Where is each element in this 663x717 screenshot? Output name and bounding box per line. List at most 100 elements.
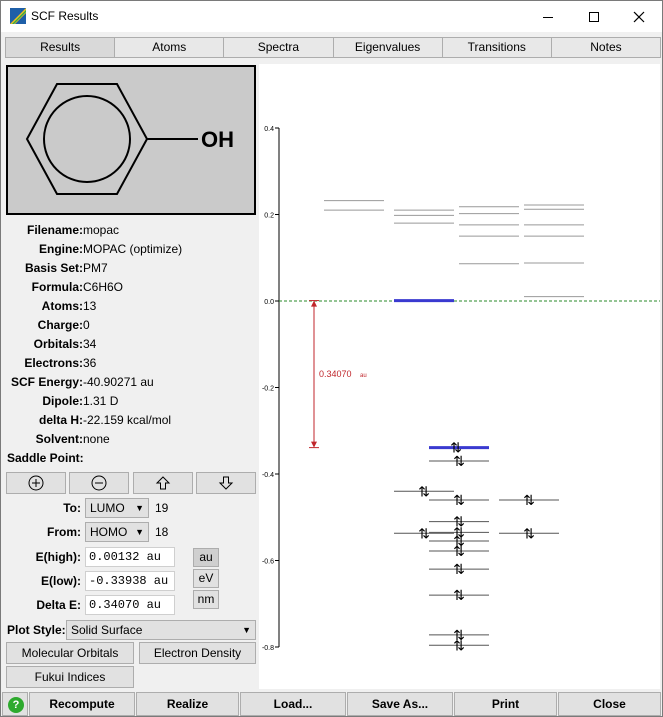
info-row: Electrons: 36 — [5, 354, 259, 373]
info-label: Atoms: — [41, 299, 83, 313]
orbital-energy-diagram: 0.4 0.2 0.0 -0.2 -0.4 -0.6 -0.8 ⇅ ⇅ ⇅ ⇅ ⇅ ⇅ ⇅ ⇅ ⇅ ⇅ ⇅ ⇅ ⇅ ⇅ ⇅… — [259, 64, 660, 689]
to-orbital-number: 19 — [155, 501, 169, 515]
to-selected: LUMO — [90, 501, 125, 515]
y-tick-label: 0.4 — [264, 126, 274, 133]
molecule-structure: OH — [6, 65, 256, 215]
e-low-label: E(low): — [41, 574, 81, 588]
y-tick-label: -0.8 — [262, 645, 274, 652]
unit-ev-button[interactable]: eV — [193, 569, 219, 588]
save-as-button[interactable]: Save As... — [347, 692, 453, 716]
electron-pair: ⇅ — [418, 526, 430, 542]
load-button[interactable]: Load... — [240, 692, 346, 716]
tab-notes[interactable]: Notes — [550, 37, 662, 58]
e-low-row: E(low): -0.33938 au — [5, 570, 259, 592]
unit-au-button[interactable]: au — [193, 548, 219, 567]
e-high-label: E(high): — [35, 550, 81, 564]
arrow-down-icon — [218, 476, 234, 490]
electron-pair: ⇅ — [418, 484, 430, 500]
plot-style-selected: Solid Surface — [71, 623, 143, 637]
zoom-in-button[interactable] — [6, 472, 66, 494]
e-low-field[interactable]: -0.33938 au — [85, 571, 175, 591]
info-label: Engine: — [39, 242, 83, 256]
window-title: SCF Results — [31, 9, 99, 23]
delta-e-label: Delta E: — [36, 598, 81, 612]
info-value: C6H6O — [83, 280, 124, 294]
chevron-down-icon: ▼ — [135, 527, 144, 537]
tab-eigenvalues[interactable]: Eigenvalues — [332, 37, 443, 58]
to-orbital-row: To: LUMO ▼ 19 — [5, 497, 259, 519]
y-tick-label: 0.0 — [264, 299, 274, 306]
chevron-down-icon: ▼ — [242, 625, 251, 635]
results-panel: OH Filename: mopac Engine: MOPAC (optimize)… — [5, 64, 259, 689]
minimize-icon[interactable] — [525, 1, 571, 32]
to-orbital-select[interactable]: LUMO ▼ — [85, 498, 149, 518]
bottom-button-bar: ? Recompute Realize Load... Save As... P… — [1, 692, 662, 716]
info-value: -40.90271 au — [83, 375, 154, 389]
info-label: Electrons: — [24, 356, 83, 370]
info-label: Saddle Point: — [7, 451, 84, 465]
electron-pair: ⇅ — [453, 588, 465, 604]
gap-label: 0.34070 — [319, 369, 352, 379]
move-down-button[interactable] — [196, 472, 256, 494]
from-orbital-number: 18 — [155, 525, 169, 539]
info-value: 34 — [83, 337, 97, 351]
info-row: SCF Energy: -40.90271 au — [5, 373, 259, 392]
arrow-up-icon — [155, 476, 171, 490]
electron-pair: ⇅ — [453, 562, 465, 578]
help-icon: ? — [8, 697, 24, 713]
electron-pair: ⇅ — [523, 493, 535, 509]
zoom-out-button[interactable] — [69, 472, 129, 494]
plot-style-row: Plot Style: Solid Surface ▼ — [5, 619, 259, 641]
plot-style-select[interactable]: Solid Surface ▼ — [66, 620, 256, 640]
info-label: Dipole: — [42, 394, 83, 408]
print-button[interactable]: Print — [454, 692, 557, 716]
y-tick-label: -0.4 — [262, 472, 274, 479]
info-row: Dipole: 1.31 D — [5, 392, 259, 411]
tab-atoms[interactable]: Atoms — [114, 37, 225, 58]
results-info: Filename: mopac Engine: MOPAC (optimize) Bas… — [5, 221, 259, 468]
close-icon[interactable] — [616, 1, 662, 32]
info-value: 36 — [83, 356, 97, 370]
info-row: Solvent: none — [5, 430, 259, 449]
plot-style-label: Plot Style: — [7, 623, 66, 637]
move-up-button[interactable] — [133, 472, 193, 494]
realize-button[interactable]: Realize — [136, 692, 239, 716]
info-value: none — [83, 432, 110, 446]
app-icon — [10, 8, 26, 24]
y-tick-label: -0.2 — [262, 386, 274, 393]
tab-transitions[interactable]: Transitions — [441, 37, 552, 58]
info-value: 0 — [83, 318, 90, 332]
electron-pair: ⇅ — [453, 544, 465, 560]
from-orbital-select[interactable]: HOMO ▼ — [85, 522, 149, 542]
info-value: -22.159 kcal/mol — [83, 413, 172, 427]
info-row: Engine: MOPAC (optimize) — [5, 240, 259, 259]
to-label: To: — [63, 501, 81, 515]
info-label: Formula: — [31, 280, 83, 294]
help-button[interactable]: ? — [2, 692, 28, 716]
tab-results[interactable]: Results — [5, 37, 116, 58]
electron-density-button[interactable]: Electron Density — [139, 642, 256, 664]
scf-results-window: SCF Results Results Atoms Spectra Eigenv… — [0, 0, 663, 717]
delta-e-field[interactable]: 0.34070 au — [85, 595, 175, 615]
fukui-indices-button[interactable]: Fukui Indices — [6, 666, 134, 688]
tab-bar: Results Atoms Spectra Eigenvalues Transi… — [5, 37, 662, 58]
electron-pair: ⇅ — [453, 638, 465, 654]
electron-pair: ⇅ — [523, 526, 535, 542]
info-label: Orbitals: — [33, 337, 83, 351]
orbital-energy-chart: 0.40.20.0-0.2-0.4-0.6-0.8⇅⇅⇅⇅ ⇅⇅⇅ ⇅ ⇅⇅⇅⇅⇅⇅⇅… — [262, 126, 660, 654]
e-high-field[interactable]: 0.00132 au — [85, 547, 175, 567]
recompute-button[interactable]: Recompute — [29, 692, 135, 716]
info-value: 13 — [83, 299, 97, 313]
gap-unit: au — [360, 373, 367, 379]
gap-arrow-head-down — [311, 441, 317, 448]
zoom-in-icon — [28, 475, 44, 491]
info-row: Atoms: 13 — [5, 297, 259, 316]
e-high-row: E(high): 0.00132 au — [5, 546, 259, 568]
maximize-icon[interactable] — [571, 1, 617, 32]
navigation-buttons — [5, 472, 259, 496]
close-button[interactable]: Close — [558, 692, 661, 716]
unit-nm-button[interactable]: nm — [193, 590, 219, 609]
molecular-orbitals-button[interactable]: Molecular Orbitals — [6, 642, 134, 664]
info-label: Solvent: — [35, 432, 83, 446]
tab-spectra[interactable]: Spectra — [223, 37, 334, 58]
